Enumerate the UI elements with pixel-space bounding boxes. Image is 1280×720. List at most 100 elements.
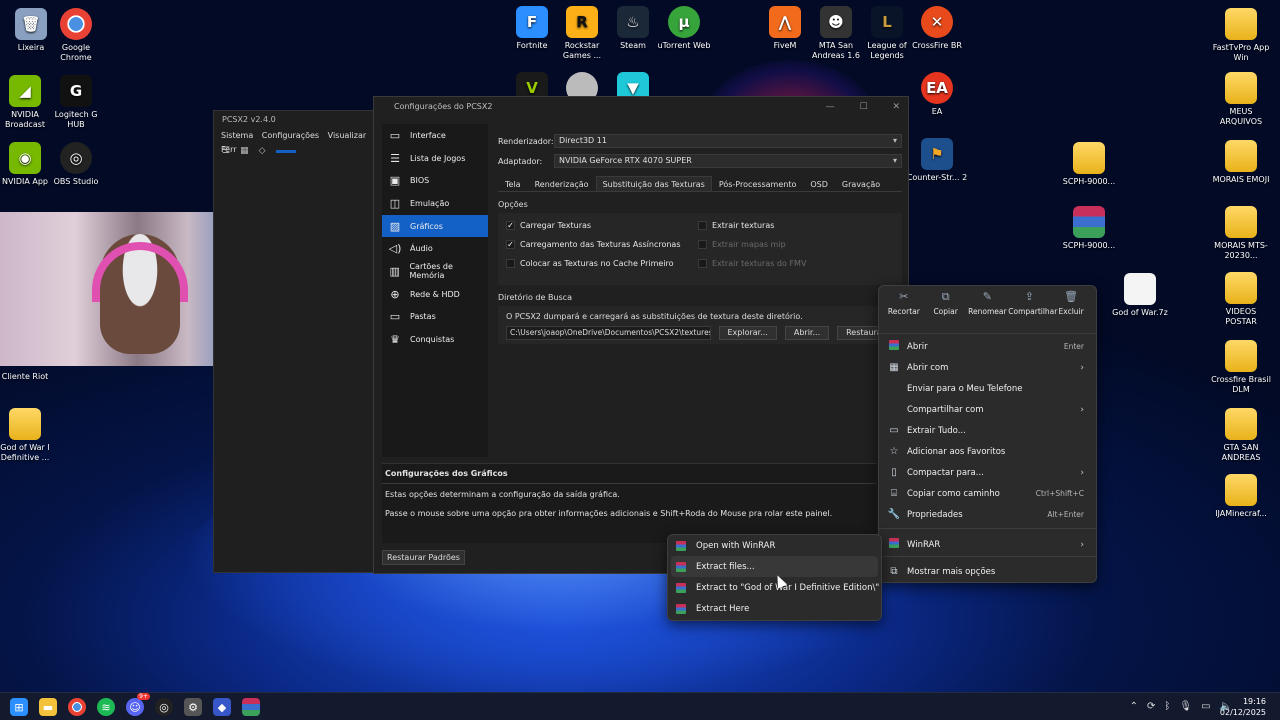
menu-item-open-with[interactable]: ▦ Abrir com ›	[879, 357, 1096, 378]
crossfire-icon: ✕	[921, 6, 953, 38]
desktop-icon-crossfire[interactable]: ✕ CrossFire BR	[906, 6, 968, 51]
sidebar-item-game-list[interactable]: ☰ Lista de Jogos	[382, 147, 488, 170]
sidebar-item-achievements[interactable]: ♛ Conquistas	[382, 328, 488, 351]
tab-display[interactable]: Tela	[498, 176, 528, 191]
submenu-open-with-winrar[interactable]: Open with WinRAR	[668, 535, 881, 556]
adapter-select[interactable]: NVIDIA GeForce RTX 4070 SUPER	[554, 154, 902, 168]
minimize-icon[interactable]: —	[826, 102, 835, 112]
microphone-icon[interactable]: 🎙	[1179, 701, 1192, 712]
desktop-icon-morais-emoji[interactable]: MORAIS EMOJI	[1210, 140, 1272, 185]
bluetooth-icon[interactable]: ᛒ	[1164, 701, 1170, 712]
precache-checkbox[interactable]: Colocar as Texturas no Cache Primeiro	[506, 259, 674, 268]
desktop-icon-crossfire-dlm[interactable]: Crossfire Brasil DLM	[1210, 340, 1272, 395]
restore-defaults-button[interactable]: Restaurar Padrões	[382, 550, 465, 565]
start-icon[interactable]: ⊞	[10, 698, 28, 716]
rename-button[interactable]: ✎ Renomear	[967, 291, 1009, 333]
menu-item-compress[interactable]: ▯ Compactar para... ›	[879, 462, 1096, 483]
desktop-icon-god-of-war-folder[interactable]: God of War I Definitive ...	[0, 408, 56, 463]
path-icon: ⌸	[891, 488, 897, 499]
zoom-slider[interactable]	[275, 149, 296, 153]
sidebar-item-interface[interactable]: ▭ Interface	[382, 124, 488, 147]
menu-item-add-favorites[interactable]: ☆ Adicionar aos Favoritos	[879, 441, 1096, 462]
texture-path-field[interactable]: C:\Users\joaop\OneDrive\Documentos\PCSX2…	[506, 326, 711, 340]
menu-item-share-with[interactable]: Compartilhar com ›	[879, 399, 1096, 420]
desktop-icon-chrome[interactable]: Google Chrome	[45, 8, 107, 63]
sidebar-item-graphics[interactable]: ▨ Gráficos	[382, 214, 488, 238]
desktop-icon-logitech[interactable]: G Logitech G HUB	[45, 75, 107, 130]
desktop-icon-cs2[interactable]: ⚑ Counter-Str... 2	[906, 138, 968, 183]
desktop-icon-fasttv[interactable]: FastTvPro App Win	[1210, 8, 1272, 63]
file-explorer-icon[interactable]: ▬	[39, 698, 57, 716]
menu-item-winrar[interactable]: WinRAR ›	[879, 534, 1096, 555]
menu-item-more-options[interactable]: ⧉ Mostrar mais opções	[879, 561, 1096, 582]
speaker-icon: ◁)	[388, 242, 402, 256]
desktop-icon-meus-arquivos[interactable]: MEUS ARQUIVOS	[1210, 72, 1272, 127]
winrar-icon[interactable]	[242, 698, 260, 716]
menu-item-extract-all[interactable]: ▭ Extrair Tudo...	[879, 420, 1096, 441]
share-button[interactable]: ⇪ Compartilhar	[1008, 291, 1057, 333]
trophy-icon: ♛	[390, 333, 400, 347]
desktop-icon-videos-postar[interactable]: VIDEOS POSTAR	[1210, 272, 1272, 327]
desktop-icon-ea[interactable]: EA EA	[906, 72, 968, 117]
sidebar-item-memory-cards[interactable]: ▥ Cartões de Memória	[382, 260, 488, 283]
desktop-icon-god-of-war-7z[interactable]: God of War.7z	[1109, 273, 1171, 318]
obs-icon[interactable]: ◎	[155, 698, 173, 716]
tag-icon[interactable]: ◇	[259, 146, 266, 156]
chevron-right-icon: ›	[1080, 362, 1084, 373]
clock[interactable]: 19:16 02/12/2025	[1220, 696, 1266, 718]
sidebar-item-bios[interactable]: ▣ BIOS	[382, 169, 488, 192]
menu-visualizar[interactable]: Visualizar	[328, 131, 367, 140]
tab-osd[interactable]: OSD	[803, 176, 835, 191]
async-loading-checkbox[interactable]: ✓ Carregamento das Texturas Assíncronas	[506, 240, 681, 249]
sidebar-item-audio[interactable]: ◁) Áudio	[382, 237, 488, 260]
desktop-icon-utorrent[interactable]: µ uTorrent Web	[653, 6, 715, 51]
settings-sidebar: ▭ Interface ☰ Lista de Jogos ▣ BIOS ◫ Emulaç…	[382, 124, 488, 457]
checkmark-icon: ✓	[506, 221, 515, 230]
grid-view-icon[interactable]: ▦	[240, 146, 249, 156]
browse-button[interactable]: Explorar...	[718, 326, 777, 340]
copy-button[interactable]: ⧉ Copiar	[925, 291, 967, 333]
menu-configuracoes[interactable]: Configurações	[262, 131, 319, 140]
load-textures-checkbox[interactable]: ✓ Carregar Texturas	[506, 221, 591, 230]
desktop-icon-riot[interactable]: Cliente Riot	[0, 372, 56, 382]
tab-post-processing[interactable]: Pós-Processamento	[712, 176, 804, 191]
sidebar-item-network[interactable]: ⊕ Rede & HDD	[382, 283, 488, 306]
desktop-icon-gta-sa[interactable]: GTA SAN ANDREAS	[1210, 408, 1272, 463]
renderer-select[interactable]: Direct3D 11	[554, 134, 902, 148]
delete-button[interactable]: 🗑 Excluir	[1050, 291, 1092, 333]
network-icon[interactable]: ▭	[1201, 701, 1210, 712]
chrome-icon[interactable]	[68, 698, 86, 716]
list-icon: ☰	[390, 151, 400, 165]
desktop-icon-minecraft[interactable]: IJAMinecraf...	[1210, 474, 1272, 519]
settings-gear-icon[interactable]: ⚙	[184, 698, 202, 716]
submenu-extract-here[interactable]: Extract Here	[668, 598, 881, 619]
menu-sistema[interactable]: Sistema	[221, 131, 253, 140]
menu-item-properties[interactable]: 🔧 Propriedades Alt+Enter	[879, 504, 1096, 525]
pcsx2-icon[interactable]: ◆	[213, 698, 231, 716]
desktop-icon-scph-rar[interactable]: SCPH-9000...	[1058, 206, 1120, 251]
description-panel: Configurações dos Gráficos Estas opções …	[382, 463, 876, 543]
menu-item-copy-path[interactable]: ⌸ Copiar como caminho Ctrl+Shift+C	[879, 483, 1096, 504]
dump-textures-checkbox[interactable]: Extrair texturas	[698, 221, 774, 230]
menu-item-send-to-phone[interactable]: Enviar para o Meu Telefone	[879, 378, 1096, 399]
spotify-icon[interactable]: ≋	[97, 698, 115, 716]
menu-item-open[interactable]: Abrir Enter	[879, 336, 1096, 357]
close-icon[interactable]: ✕	[892, 102, 900, 112]
list-view-icon[interactable]: ☰	[222, 146, 230, 156]
desktop-icon-scph-folder-1[interactable]: SCPH-9000...	[1058, 142, 1120, 187]
chevron-up-icon[interactable]: ⌃	[1130, 701, 1138, 712]
tab-recording[interactable]: Gravação	[835, 176, 887, 191]
discord-icon[interactable]: ☺ 9+	[126, 693, 150, 716]
open-button[interactable]: Abrir...	[784, 326, 830, 340]
sidebar-item-folders[interactable]: ▭ Pastas	[382, 306, 488, 329]
maximize-icon[interactable]: ☐	[860, 102, 868, 112]
tab-rendering[interactable]: Renderização	[528, 176, 596, 191]
desktop-icon-obs[interactable]: ◎ OBS Studio	[45, 142, 107, 187]
sync-icon[interactable]: ⟳	[1147, 701, 1155, 712]
submenu-extract-files[interactable]: Extract files...	[671, 556, 878, 577]
cut-button[interactable]: ✂ Recortar	[883, 291, 925, 333]
sidebar-item-emulation[interactable]: ◫ Emulação	[382, 192, 488, 215]
desktop-icon-morais-mts[interactable]: MORAIS MTS-20230...	[1210, 206, 1272, 261]
tab-texture-replacement[interactable]: Substituição das Texturas	[595, 176, 712, 191]
dump-fmv-checkbox: Extrair texturas do FMV	[698, 259, 806, 268]
